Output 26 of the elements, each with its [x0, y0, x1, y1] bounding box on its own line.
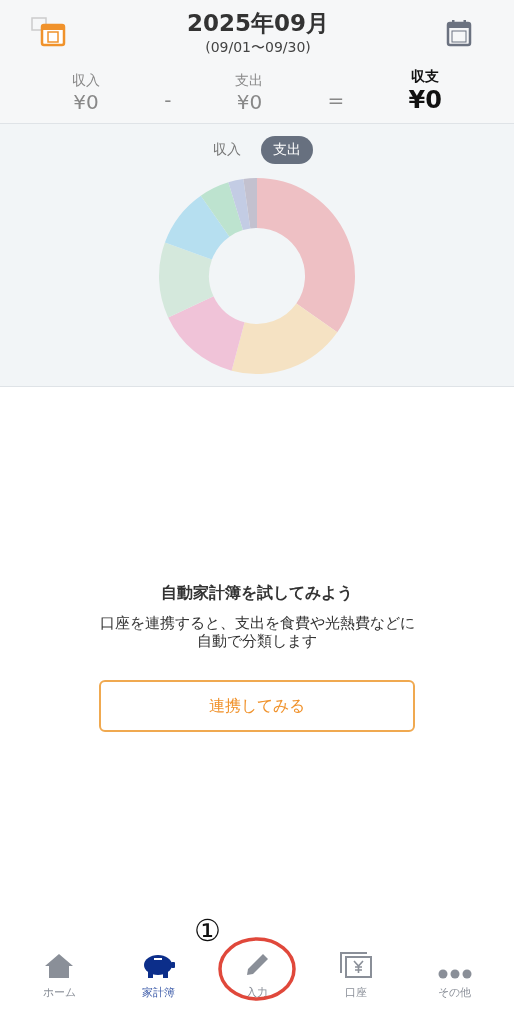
summary-label: 収支 — [411, 68, 440, 86]
calendar-icon[interactable] — [446, 19, 472, 47]
summary-amount: ¥0 — [236, 90, 263, 114]
operator-sign: = — [327, 88, 345, 114]
nav-tab[interactable]: 入力 — [212, 948, 302, 1000]
promo-title: 自動家計簿を試してみよう — [161, 583, 353, 604]
nav-tab[interactable]: 口座 — [310, 948, 401, 1000]
piggy-bank-icon — [141, 953, 176, 979]
summary-amount: ¥0 — [408, 86, 442, 114]
summary-label: 収入 — [72, 72, 101, 90]
link-account-button[interactable]: 連携してみる — [99, 680, 415, 732]
yen-card-icon — [338, 951, 373, 979]
chart-tab[interactable]: 収入 — [201, 136, 253, 164]
more-icon — [437, 969, 472, 979]
annotation-number: ① — [194, 913, 221, 948]
operator-sign: - — [164, 88, 172, 114]
summary-amount: ¥0 — [73, 90, 99, 114]
chart-tab[interactable]: 支出 — [261, 136, 313, 164]
nav-tab[interactable]: 家計簿 — [113, 948, 204, 1000]
nav-tab[interactable]: ホーム — [14, 948, 105, 1000]
nav-tab[interactable]: その他 — [409, 948, 500, 1000]
date-range: (09/01〜09/30) — [205, 39, 311, 57]
home-icon — [44, 953, 75, 979]
promo-text: 口座を連携すると、支出を食費や光熱費などに自動で分類します — [98, 614, 416, 650]
month-title: 2025年09月 — [187, 9, 329, 38]
summary-label: 支出 — [235, 72, 264, 90]
